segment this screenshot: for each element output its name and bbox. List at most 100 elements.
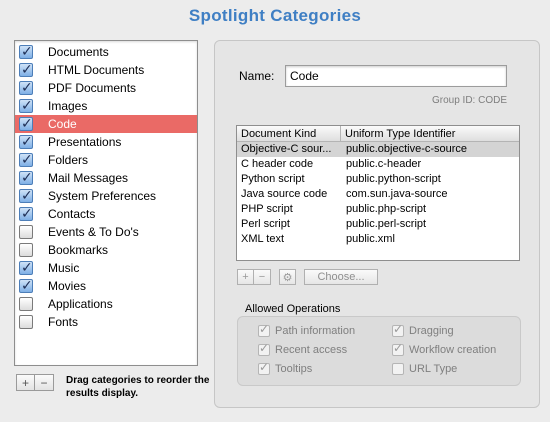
category-label: Contacts (48, 207, 96, 221)
uti-cell: com.sun.java-source (346, 188, 448, 200)
category-checkbox[interactable]: ✓ (19, 169, 33, 185)
category-item[interactable]: ✓ Presentations (15, 133, 197, 151)
category-checkbox[interactable] (19, 315, 33, 329)
uti-cell: public.objective-c-source (346, 143, 468, 155)
table-row[interactable]: Perl script public.perl-script (237, 217, 519, 232)
checkmark-icon: ✓ (21, 115, 33, 131)
category-checkbox[interactable] (19, 297, 33, 311)
category-item[interactable]: ✓ Images (15, 97, 197, 115)
choose-button[interactable]: Choose... (304, 269, 378, 285)
checkmark-icon: ✓ (21, 43, 33, 59)
table-row[interactable]: Objective-C sour... public.objective-c-so… (237, 142, 519, 157)
checkmark-icon: ✓ (21, 151, 33, 167)
category-item[interactable]: Events & To Do's (15, 223, 197, 241)
allowed-operations-label: Allowed Operations (245, 303, 341, 315)
allowed-operations-box: ✓ Path information ✓ Dragging ✓ Recent access… (237, 316, 521, 386)
category-label: HTML Documents (48, 63, 145, 77)
category-item[interactable]: ✓ Contacts (15, 205, 197, 223)
gear-icon[interactable]: ⚙ (279, 269, 296, 285)
remove-category-button[interactable]: − (35, 374, 54, 391)
document-kind-cell: Python script (241, 173, 305, 185)
operation-label: Recent access (275, 344, 348, 356)
category-item[interactable]: ✓ Folders (15, 151, 197, 169)
category-checkbox[interactable]: ✓ (19, 205, 33, 221)
category-checkbox[interactable]: ✓ (19, 277, 33, 293)
checkmark-icon: ✓ (21, 97, 33, 113)
category-item[interactable]: ✓ Mail Messages (15, 169, 197, 187)
category-label: Folders (48, 153, 89, 167)
category-detail-panel: Name: Code Group ID: CODE Document Kind … (214, 40, 540, 408)
checkbox-icon: ✓ (258, 322, 270, 337)
category-item[interactable]: ✓ Music (15, 259, 197, 277)
checkmark-icon: ✓ (21, 259, 33, 275)
checkmark-icon: ✓ (21, 61, 33, 77)
category-checkbox[interactable]: ✓ (19, 61, 33, 77)
category-label: Music (48, 261, 80, 275)
category-checkbox[interactable]: ✓ (19, 133, 33, 149)
category-list-buttons: + − (16, 374, 54, 391)
category-item[interactable]: Fonts (15, 313, 197, 331)
checkmark-icon: ✓ (21, 79, 33, 95)
operation-label: Path information (275, 325, 356, 337)
checkmark-icon: ✓ (21, 205, 33, 221)
column-header-document-kind[interactable]: Document Kind (237, 126, 341, 141)
category-label: Fonts (48, 315, 79, 329)
operation-label: URL Type (409, 363, 458, 375)
category-checkbox[interactable] (19, 225, 33, 239)
category-item[interactable]: ✓ PDF Documents (15, 79, 197, 97)
category-item[interactable]: ✓ HTML Documents (15, 61, 197, 79)
category-list[interactable]: ✓ Documents ✓ HTML Documents ✓ PDF Documents ✓… (14, 40, 198, 366)
operation-label: Tooltips (275, 363, 313, 375)
checkbox-icon: ✓ (258, 341, 270, 356)
name-field[interactable]: Code (285, 65, 507, 87)
operation-checkbox[interactable]: ✓ Tooltips (258, 360, 313, 375)
category-item[interactable]: ✓ System Preferences (15, 187, 197, 205)
category-checkbox[interactable]: ✓ (19, 79, 33, 95)
add-category-button[interactable]: + (16, 374, 35, 391)
table-row[interactable]: XML text public.xml (237, 232, 519, 247)
add-type-button[interactable]: + (237, 269, 254, 285)
page-title: Spotlight Categories (188, 6, 362, 25)
category-checkbox[interactable]: ✓ (19, 151, 33, 167)
category-checkbox[interactable]: ✓ (19, 259, 33, 275)
checkmark-icon: ✓ (21, 169, 33, 185)
table-row[interactable]: C header code public.c-header (237, 157, 519, 172)
category-label: Presentations (48, 135, 122, 149)
table-row[interactable]: PHP script public.php-script (237, 202, 519, 217)
operation-checkbox[interactable]: URL Type (392, 363, 457, 375)
checkmark-icon: ✓ (259, 360, 270, 374)
category-label: Code (48, 117, 77, 131)
column-header-uti[interactable]: Uniform Type Identifier (341, 126, 519, 141)
category-item[interactable]: ✓ Documents (15, 43, 197, 61)
category-label: Applications (48, 297, 113, 311)
remove-type-button[interactable]: − (254, 269, 271, 285)
drag-hint: Drag categories to reorder the results d… (66, 375, 210, 399)
uti-cell: public.c-header (346, 158, 422, 170)
category-checkbox[interactable] (19, 243, 33, 257)
uti-cell: public.php-script (346, 203, 427, 215)
document-kind-cell: PHP script (241, 203, 293, 215)
category-label: Mail Messages (48, 171, 129, 185)
operation-checkbox[interactable]: ✓ Path information (258, 322, 356, 337)
operation-checkbox[interactable]: ✓ Dragging (392, 322, 454, 337)
document-kind-cell: Objective-C sour... (241, 143, 332, 155)
category-item[interactable]: Applications (15, 295, 197, 313)
category-item[interactable]: Bookmarks (15, 241, 197, 259)
checkmark-icon: ✓ (21, 133, 33, 149)
document-kind-table[interactable]: Document Kind Uniform Type Identifier Ob… (236, 125, 520, 261)
checkmark-icon: ✓ (259, 341, 270, 355)
table-row[interactable]: Java source code com.sun.java-source (237, 187, 519, 202)
category-checkbox[interactable]: ✓ (19, 187, 33, 203)
operation-checkbox[interactable]: ✓ Workflow creation (392, 341, 496, 356)
category-item[interactable]: ✓ Code (15, 115, 197, 133)
category-checkbox[interactable]: ✓ (19, 115, 33, 131)
operation-checkbox[interactable]: ✓ Recent access (258, 341, 348, 356)
category-item[interactable]: ✓ Movies (15, 277, 197, 295)
table-row[interactable]: Python script public.python-script (237, 172, 519, 187)
category-checkbox[interactable]: ✓ (19, 97, 33, 113)
checkmark-icon: ✓ (21, 187, 33, 203)
table-buttons: + − ⚙ Choose... (237, 269, 378, 285)
category-checkbox[interactable]: ✓ (19, 43, 33, 59)
uti-cell: public.perl-script (346, 218, 427, 230)
checkbox-icon: ✓ (392, 322, 404, 337)
